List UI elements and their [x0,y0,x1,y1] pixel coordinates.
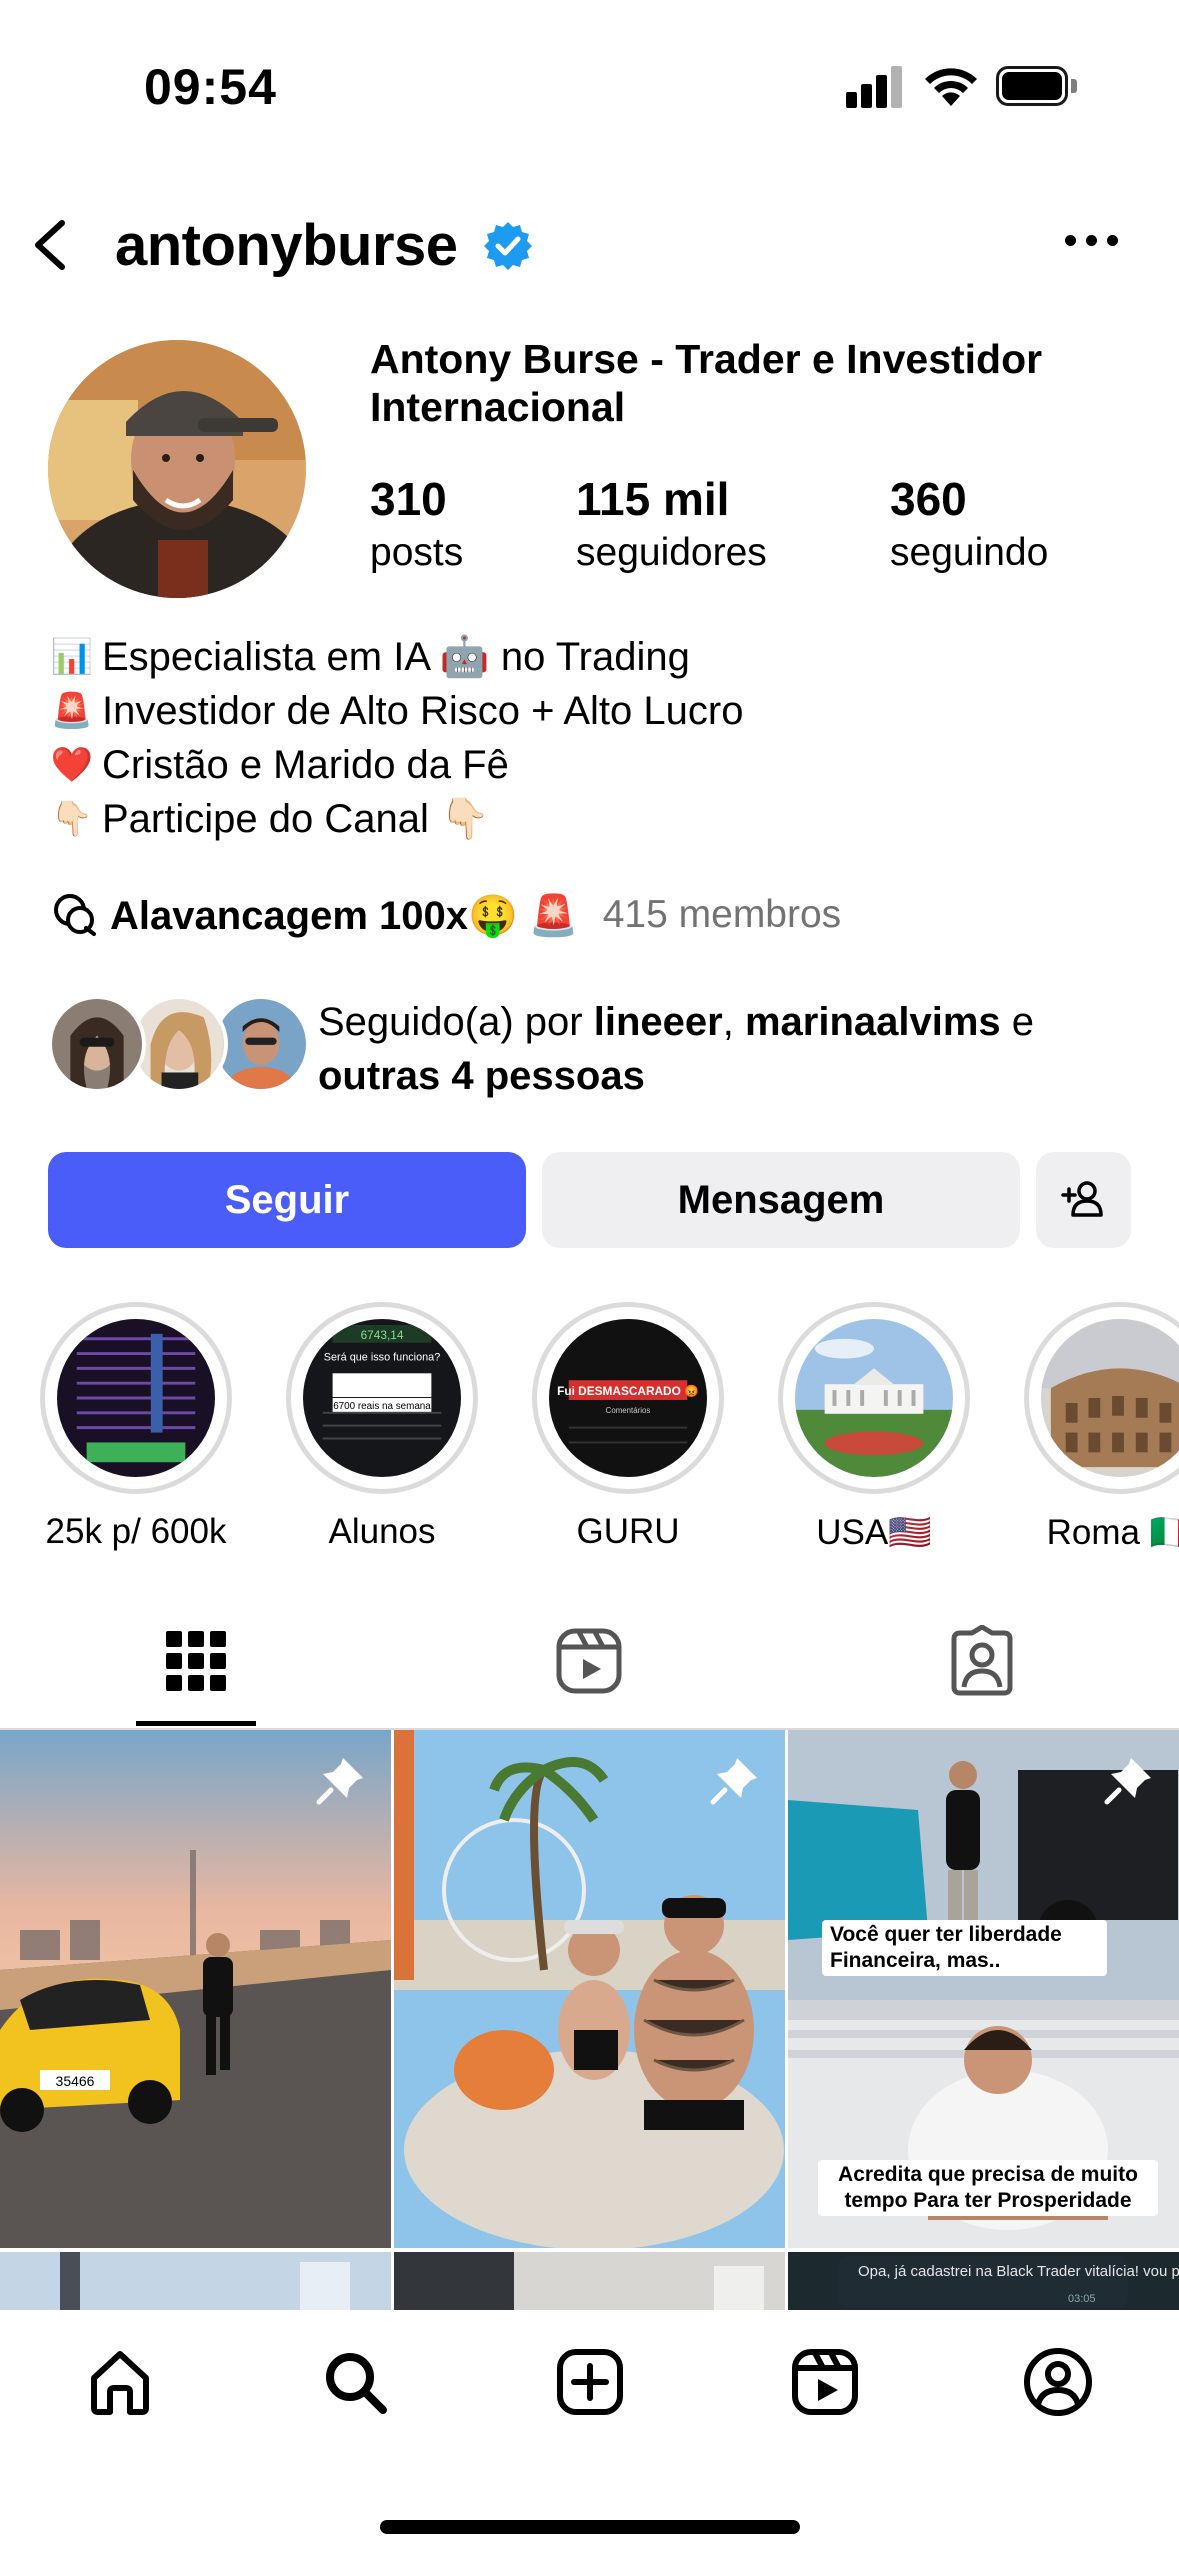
reels-nav-icon[interactable] [789,2346,861,2418]
followed-separator: , [722,1000,734,1044]
status-bar: 09:54 [0,0,1179,170]
create-post-icon[interactable] [554,2346,626,2418]
highlight-label: GURU [576,1512,680,1551]
bio-line: 📊 Especialista em IA 🤖 no Trading [50,630,1150,684]
stat-posts-label: posts [370,531,464,574]
followed-prefix: Seguido(a) por [318,1000,583,1044]
post-caption: Acredita que precisa de muito tempo Para… [818,2160,1158,2216]
back-chevron-icon[interactable] [22,215,82,275]
post-thumbnail[interactable] [394,2252,785,2310]
stat-followers[interactable]: 115 mil seguidores [576,470,767,578]
broadcast-channel-link[interactable]: Alavancagem 100x🤑 🚨 415 membros [50,885,841,945]
profile-display-name: Antony Burse - Trader e Investidor Inter… [370,336,1043,430]
profile-header: antonyburse [0,200,1179,290]
cellular-signal-icon [846,66,904,108]
profile-bio: 📊 Especialista em IA 🤖 no Trading 🚨 Inve… [50,630,1150,846]
follow-button[interactable]: Seguir [48,1152,526,1248]
tagged-icon[interactable] [946,1625,1018,1697]
profile-icon[interactable] [1022,2346,1094,2418]
profile-username: antonyburse [115,213,458,278]
pin-icon [316,1758,363,1805]
highlight-label: USA🇺🇸 [816,1513,932,1552]
bio-text: Investidor de Alto Risco + Alto Lucro [102,689,744,733]
battery-icon [996,66,1078,108]
post-caption: Você quer ter liberdade Financeira, mas.… [822,1920,1107,1976]
story-highlights: 25k p/ 600k 6743,14 Será que isso funcio… [0,1302,1179,1562]
alunos-amount-text: 6700 reais na semana [333,1401,431,1412]
guru-sub-text: Comentários [606,1406,651,1415]
post-thumbnail[interactable]: Você quer ter liberdade Financeira, mas.… [788,1730,1179,2248]
followed-others[interactable]: outras 4 pessoas [318,1054,645,1098]
verified-badge-icon [484,222,532,270]
post-thumbnail[interactable] [0,2252,391,2310]
bio-text: Especialista em IA 🤖 no Trading [102,635,690,679]
stat-posts[interactable]: 310 posts [370,470,463,578]
siren-emoji-icon: 🚨 [50,692,94,730]
pin-icon [1104,1758,1151,1805]
pin-icon [710,1758,757,1805]
wifi-icon [925,68,977,106]
highlight-label: Alunos [328,1512,436,1551]
active-tab-indicator [136,1721,256,1726]
post-thumbnail[interactable]: Opa, já cadastrei na Black Trader vitalí… [788,2252,1179,2310]
alunos-question-text: Será que isso funciona? [324,1351,441,1363]
highlight-label: 25k p/ 600k [45,1512,227,1551]
post-thumbnail[interactable] [394,1730,785,2248]
heart-emoji-icon: ❤️ [50,746,94,784]
stat-following-value: 360 [890,473,967,525]
followed-conj: e [1011,1000,1035,1044]
home-icon[interactable] [84,2346,156,2418]
profile-content-tabs [0,1600,1179,1730]
post-plate-text: 35466 [56,2073,95,2089]
suggested-users-button[interactable] [1036,1152,1131,1248]
stat-following-label: seguindo [890,531,1049,574]
highlight-item[interactable]: 25k p/ 600k [36,1302,236,1552]
highlight-label: Roma 🇮🇹 [1046,1513,1179,1552]
post-thumbnail[interactable]: 35466 [0,1730,391,2248]
followed-by-text: Seguido(a) por lineeer, marinaalvims e o… [318,995,1148,1103]
status-time: 09:54 [144,59,277,115]
post-chat-time: 03:05 [1068,2293,1096,2305]
alunos-value-text: 6743,14 [361,1328,404,1342]
highlight-item[interactable]: USA🇺🇸 [774,1302,974,1553]
post-image: Opa, já cadastrei na Black Trader vitalí… [788,2252,1179,2310]
post-image [394,2252,785,2310]
highlight-item[interactable]: Fui DESMASCARADO 😡 Comentários GURU [528,1302,728,1552]
channel-name: Alavancagem 100x🤑 🚨 [110,893,579,938]
bottom-navigation [0,2310,1179,2556]
highlight-item[interactable]: 6743,14 Será que isso funciona? 6700 rea… [282,1302,482,1552]
channel-members: 415 membros [602,893,842,936]
bio-line: 🚨 Investidor de Alto Risco + Alto Lucro [50,684,1150,738]
search-icon[interactable] [319,2346,391,2418]
more-options-icon[interactable] [1065,235,1121,251]
stat-followers-label: seguidores [576,531,767,574]
stat-posts-value: 310 [370,473,447,525]
post-image [0,2252,391,2310]
highlight-item[interactable]: Roma 🇮🇹 [1020,1302,1179,1553]
bio-line: ❤️ Cristão e Marido da Fê [50,738,1150,792]
stat-following[interactable]: 360 seguindo [890,470,1048,578]
pointing-down-emoji-icon: 👇🏻 [50,800,94,838]
bio-text: Cristão e Marido da Fê [102,743,509,787]
channel-icon [54,894,96,936]
profile-avatar[interactable] [48,340,306,598]
home-indicator[interactable] [380,2520,800,2534]
message-button[interactable]: Mensagem [542,1152,1020,1248]
followed-by[interactable]: Seguido(a) por lineeer, marinaalvims e o… [48,995,1168,1098]
guru-title-text: Fui DESMASCARADO 😡 [557,1384,699,1398]
post-chat-text: Opa, já cadastrei na Black Trader vitalí… [858,2262,1179,2280]
add-user-icon [1060,1181,1103,1217]
grid-icon[interactable] [160,1625,232,1697]
follower-name[interactable]: marinaalvims [745,1000,1001,1044]
posts-grid: 35466 Você quer ter liberdade Financeira… [0,1730,1179,2310]
bio-line: 👇🏻 Participe do Canal 👇🏻 [50,792,1150,846]
follower-avatar [48,995,146,1093]
bio-text: Participe do Canal 👇🏻 [102,797,490,841]
chart-emoji-icon: 📊 [50,638,94,676]
stat-followers-value: 115 mil [576,473,730,525]
follower-name[interactable]: lineeer [594,1000,723,1044]
reels-icon[interactable] [553,1625,625,1697]
